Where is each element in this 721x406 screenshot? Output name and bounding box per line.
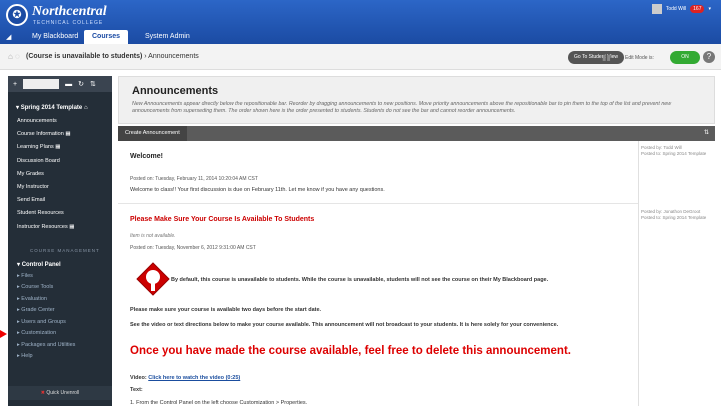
divider xyxy=(638,141,639,406)
cp-item-users-and-groups[interactable]: ▸ Users and Groups xyxy=(8,317,112,329)
list-item: Welcome! Posted on: Tuesday, February 11… xyxy=(118,141,638,204)
breadcrumb-course[interactable]: (Course is unavailable to students) xyxy=(26,53,142,60)
tab-courses[interactable]: Courses xyxy=(84,30,129,44)
cp-item-files[interactable]: ▸ Files xyxy=(8,271,112,283)
plus-icon[interactable]: + xyxy=(13,81,17,88)
video-link[interactable]: Click here to watch the video (0:25) xyxy=(148,375,240,381)
help-icon[interactable]: ? xyxy=(703,51,715,63)
list-item: Please Make Sure Your Course Is Availabl… xyxy=(118,204,638,406)
pointer-arrow-icon xyxy=(0,330,7,338)
sidebar-item-my-grades[interactable]: My Grades xyxy=(8,168,112,181)
page-title: Announcements xyxy=(132,85,219,97)
announcement-title: Please Make Sure Your Course Is Availabl… xyxy=(130,216,315,223)
sidebar-item-student-resources[interactable]: Student Resources xyxy=(8,207,112,220)
cp-item-evaluation[interactable]: ▸ Evaluation xyxy=(8,294,112,306)
edit-mode-toggle[interactable]: ON xyxy=(670,51,700,64)
institution-subtitle: TECHNICAL COLLEGE xyxy=(33,20,104,26)
page-header: Announcements New Announcements appear d… xyxy=(118,76,715,124)
sidebar-item-instructor-resources[interactable]: Instructor Resources ▦ xyxy=(8,221,112,234)
cp-item-grade-center[interactable]: ▸ Grade Center xyxy=(8,305,112,317)
cp-item-course-tools[interactable]: ▸ Course Tools xyxy=(8,282,112,294)
breadcrumb: (Course is unavailable to students) › An… xyxy=(26,53,199,60)
page-icon: ▦ xyxy=(55,144,61,151)
default-unavailable-text: By default, this course is unavailable t… xyxy=(171,277,549,283)
folder-icon[interactable]: ▬ xyxy=(65,81,72,88)
cp-item-help[interactable]: ▸ Help xyxy=(8,351,112,363)
avatar xyxy=(651,4,662,14)
quick-unenroll-button[interactable]: ✖ Quick Unenroll xyxy=(8,386,112,400)
video-line: Video: Click here to watch the video (0:… xyxy=(130,375,241,381)
see-video-text: See the video or text directions below t… xyxy=(130,322,559,328)
sort-icon[interactable]: ⇅ xyxy=(90,80,96,88)
edit-mode-label: Edit Mode is: xyxy=(625,55,654,61)
posted-to: Posted to: Spring 2014 Template xyxy=(641,215,707,220)
refresh-icon[interactable]: ↻ xyxy=(78,80,84,88)
chevron-down-icon[interactable]: ▾ xyxy=(708,6,711,12)
sidebar-item-my-instructor[interactable]: My Instructor xyxy=(8,181,112,194)
home-icon: ⌂ xyxy=(83,105,88,111)
sort-icon[interactable]: ⇅ xyxy=(704,129,709,136)
page-icon: ▦ xyxy=(65,131,71,138)
tab-system-admin[interactable]: System Admin xyxy=(145,30,190,44)
sidebar-item-course-information[interactable]: Course Information ▦ xyxy=(8,128,112,141)
breadcrumb-page: Announcements xyxy=(148,53,199,60)
not-available-notice: Item is not available. xyxy=(130,233,176,239)
control-panel-header[interactable]: ▾ Control Panel xyxy=(8,253,112,268)
sidebar-item-learning-plans[interactable]: Learning Plans ▦ xyxy=(8,141,112,154)
student-view-button[interactable]: Go To Student View xyxy=(568,51,625,64)
action-bar: Create Announcement ⇅ xyxy=(118,126,715,141)
two-days-text: Please make sure your course is availabl… xyxy=(130,307,322,313)
seal-icon: ✪ xyxy=(6,4,28,26)
course-title[interactable]: ▾ Spring 2014 Template ⌂ xyxy=(8,92,112,111)
course-menu-search[interactable] xyxy=(23,79,60,89)
step-1-text: 1. From the Control Panel on the left ch… xyxy=(130,400,308,406)
wedge-icon: ◢ xyxy=(6,34,12,41)
sidebar-item-announcements[interactable]: Announcements xyxy=(8,115,112,128)
cp-item-packages-and-utilities[interactable]: ▸ Packages and Utilities xyxy=(8,340,112,352)
announcement-title: Welcome! xyxy=(130,153,163,160)
tab-my-blackboard[interactable]: My Blackboard xyxy=(32,30,78,44)
global-nav-bar: ✪ Northcentral TECHNICAL COLLEGE ◢ My Bl… xyxy=(0,0,721,44)
course-management-header: COURSE MANAGEMENT xyxy=(30,247,100,253)
course-menu: + ▬ ↻ ⇅ ▾ Spring 2014 Template ⌂ Announc… xyxy=(8,76,112,406)
sidebar-item-discussion-board[interactable]: Discussion Board xyxy=(8,155,112,168)
text-label: Text: xyxy=(130,387,143,393)
book-icon[interactable]: ▮▮ xyxy=(602,53,611,62)
course-menu-toolbar: + ▬ ↻ ⇅ xyxy=(8,76,112,92)
cp-item-customization[interactable]: ▸ Customization xyxy=(8,328,112,340)
warning-stop-icon xyxy=(136,262,170,296)
post-meta: Posted by: Todd Will Posted to: Spring 2… xyxy=(641,145,711,157)
posted-to: Posted to: Spring 2014 Template xyxy=(641,151,707,156)
notification-badge[interactable]: 167 xyxy=(690,5,705,13)
post-meta: Posted by: Jonathon DeGroot Posted to: S… xyxy=(641,209,711,221)
delete-reminder-text: Once you have made the course available,… xyxy=(130,345,571,357)
page-description: New Announcements appear directly below … xyxy=(132,101,672,114)
announcements-list: Welcome! Posted on: Tuesday, February 11… xyxy=(118,141,715,406)
institution-logo[interactable]: Northcentral xyxy=(32,4,107,20)
page-icon: ▦ xyxy=(69,223,75,230)
user-menu[interactable]: Todd Will 167 ▾ xyxy=(651,4,711,14)
home-icon[interactable]: ⌂ ◌ xyxy=(8,52,20,61)
create-announcement-button[interactable]: Create Announcement xyxy=(118,126,187,141)
user-name: Todd Will xyxy=(665,6,687,12)
breadcrumb-separator: › xyxy=(144,53,147,60)
announcement-body: Welcome to class!! Your first discussion… xyxy=(130,187,385,193)
posted-on: Posted on: Tuesday, February 11, 2014 10… xyxy=(130,176,258,182)
posted-on: Posted on: Tuesday, November 6, 2012 9:3… xyxy=(130,245,256,251)
sidebar-item-send-email[interactable]: Send Email xyxy=(8,194,112,207)
